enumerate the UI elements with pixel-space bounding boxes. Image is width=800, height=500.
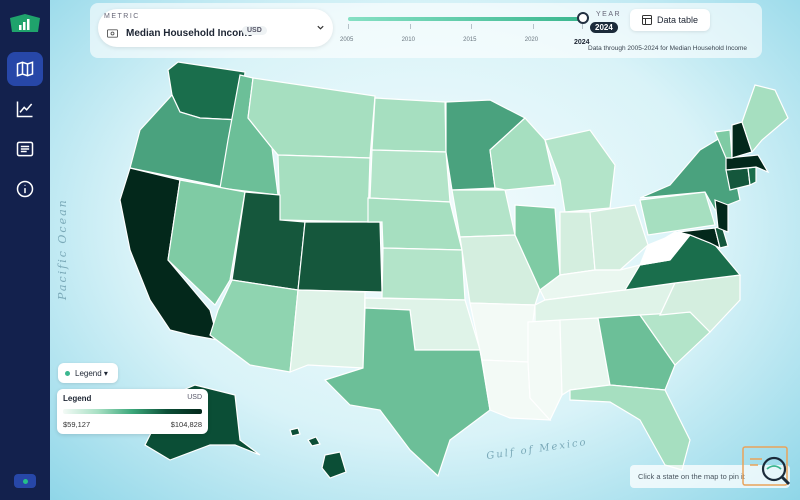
data-table-label: Data table [656, 15, 699, 25]
state-nebraska[interactable] [367, 197, 463, 251]
map-icon [16, 61, 34, 77]
year-tick-label[interactable]: 2010 [402, 37, 415, 43]
state-pennsylvania[interactable] [639, 191, 716, 236]
state-wyoming[interactable] [277, 154, 371, 223]
legend-toggle-label: Legend ▾ [75, 368, 108, 378]
state-rhode-island[interactable] [747, 166, 757, 186]
state-kansas[interactable] [381, 247, 466, 301]
legend-unit: USD [187, 394, 202, 401]
state-florida[interactable] [569, 384, 691, 471]
state-michigan[interactable] [544, 129, 616, 213]
year-caption: YEAR [596, 11, 622, 18]
metric-value: Median Household Income [126, 28, 253, 39]
nav-trends[interactable] [7, 92, 43, 126]
currency-icon [107, 29, 118, 38]
sidebar [0, 0, 50, 500]
unit-badge: USD [242, 26, 267, 35]
legend-title: Legend [63, 394, 92, 403]
legend-toggle-button[interactable]: Legend ▾ [58, 363, 118, 383]
state-new-mexico[interactable] [289, 289, 366, 373]
legend-panel: Legend USD $59,127 $104,828 [57, 389, 208, 434]
legend-dot-icon [65, 370, 70, 376]
state-arizona[interactable] [209, 279, 299, 373]
state-colorado[interactable] [297, 221, 383, 293]
nav-info[interactable] [7, 172, 43, 206]
year-slider-track[interactable] [348, 17, 582, 21]
bar-chart-logo-icon[interactable] [8, 12, 42, 36]
info-icon [16, 180, 34, 198]
line-chart-icon [16, 101, 33, 118]
year-tick [348, 24, 349, 29]
legend-min-label: $59,127 [63, 420, 91, 429]
year-slider-thumb[interactable] [577, 12, 589, 24]
chevron-down-icon[interactable] [316, 23, 325, 32]
state-maine[interactable] [741, 84, 789, 154]
year-tick-label[interactable]: 2020 [525, 37, 538, 43]
table-icon [641, 15, 652, 25]
metric-caption: METRIC [104, 13, 140, 20]
pacific-ocean-label: Pacific Ocean [56, 198, 69, 300]
state-indiana[interactable] [559, 211, 596, 276]
nav-map[interactable] [7, 52, 43, 86]
zoom-search-icon[interactable] [742, 445, 792, 489]
status-indicator [14, 474, 36, 488]
year-tick-label[interactable]: 2015 [463, 37, 476, 43]
year-badge: 2024 [590, 22, 618, 33]
data-table-button[interactable]: Data table [630, 9, 710, 31]
year-tick [582, 24, 583, 29]
year-tick [532, 24, 534, 29]
state-iowa[interactable] [451, 189, 516, 238]
state-north-dakota[interactable] [371, 97, 447, 153]
legend-color-scale [63, 409, 202, 414]
metric-selector[interactable]: METRIC Median Household Income USD [98, 9, 333, 47]
year-tick-label[interactable]: 2005 [340, 37, 353, 43]
data-range-note: Data through 2005-2024 for Median Househ… [588, 45, 747, 52]
list-icon [16, 141, 34, 157]
year-tick [409, 24, 411, 29]
state-south-dakota[interactable] [369, 149, 451, 203]
state-ohio[interactable] [589, 204, 649, 271]
legend-max-label: $104,828 [170, 420, 202, 429]
year-tick [471, 24, 473, 29]
state-hawaii[interactable] [289, 427, 347, 479]
state-connecticut[interactable] [725, 167, 751, 191]
nav-list[interactable] [7, 132, 43, 166]
